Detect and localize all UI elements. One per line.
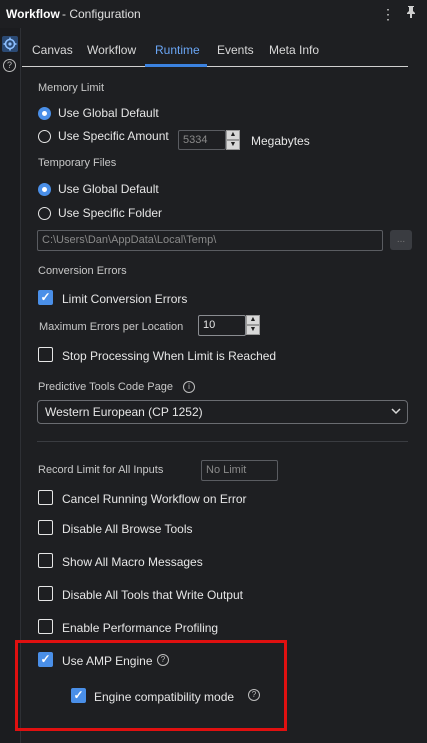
memory-global-default-radio[interactable] [38,107,51,120]
compat-help-icon[interactable]: ? [248,689,260,701]
memory-specific-amount-label[interactable]: Use Specific Amount [58,129,169,143]
engine-compat-mode-checkbox[interactable]: ✓ [71,688,86,703]
limit-conversion-errors-label[interactable]: Limit Conversion Errors [62,292,187,306]
use-amp-engine-label[interactable]: Use AMP Engine [62,654,153,668]
max-errors-input[interactable]: 10 [198,315,246,336]
show-macro-messages-label[interactable]: Show All Macro Messages [62,555,203,569]
temp-folder-input[interactable]: C:\Users\Dan\AppData\Local\Temp\ [37,230,383,251]
limit-conversion-errors-checkbox[interactable]: ✓ [38,290,53,305]
info-icon[interactable]: i [183,381,195,393]
show-macro-messages-checkbox[interactable] [38,553,53,568]
conversion-errors-label: Conversion Errors [38,265,127,277]
memory-amount-down-button[interactable]: ▼ [226,140,240,150]
active-tab-indicator [145,64,207,67]
window-title: Workflow [6,7,60,21]
temp-specific-folder-radio[interactable] [38,207,51,220]
tab-events[interactable]: Events [217,42,254,66]
chevron-down-icon[interactable] [390,405,402,417]
more-menu-icon[interactable]: ⋮ [380,5,396,23]
tab-meta-info[interactable]: Meta Info [269,42,319,66]
record-limit-label: Record Limit for All Inputs [38,464,164,476]
code-page-select[interactable]: Western European (CP 1252) [37,400,408,424]
use-amp-engine-checkbox[interactable]: ✓ [38,652,53,667]
amp-help-icon[interactable]: ? [157,654,169,666]
memory-global-default-label[interactable]: Use Global Default [58,106,159,120]
enable-profiling-label[interactable]: Enable Performance Profiling [62,621,218,635]
temp-folder-browse-button[interactable]: ... [390,230,412,250]
memory-amount-up-button[interactable]: ▲ [226,130,240,140]
tabs-divider [22,66,408,67]
max-errors-down-button[interactable]: ▼ [246,325,260,335]
memory-amount-input[interactable]: 5334 [178,130,226,150]
help-icon[interactable]: ? [3,59,16,72]
disable-browse-checkbox[interactable] [38,520,53,535]
disable-write-output-label[interactable]: Disable All Tools that Write Output [62,588,243,602]
tab-runtime[interactable]: Runtime [155,42,200,66]
memory-specific-amount-radio[interactable] [38,130,51,143]
left-rail [0,28,21,743]
pin-icon[interactable] [403,5,419,23]
memory-unit-label: Megabytes [251,134,310,148]
tab-workflow[interactable]: Workflow [87,42,136,66]
chevron-down-icon-svg [391,408,401,415]
temp-specific-folder-label[interactable]: Use Specific Folder [58,206,162,220]
disable-browse-label[interactable]: Disable All Browse Tools [62,522,193,536]
max-errors-label: Maximum Errors per Location [39,321,184,333]
window-subtitle: - Configuration [62,7,141,21]
cancel-on-error-checkbox[interactable] [38,490,53,505]
max-errors-up-button[interactable]: ▲ [246,315,260,325]
pin-icon-svg [407,6,415,18]
memory-limit-label: Memory Limit [38,82,105,94]
predictive-code-page-label: Predictive Tools Code Page [38,381,173,393]
temp-global-default-radio[interactable] [38,183,51,196]
engine-compat-mode-label[interactable]: Engine compatibility mode [94,690,234,704]
cancel-on-error-label[interactable]: Cancel Running Workflow on Error [62,492,247,506]
tab-canvas[interactable]: Canvas [32,42,73,66]
temp-files-label: Temporary Files [38,157,117,169]
record-limit-input[interactable]: No Limit [201,460,278,481]
stop-processing-checkbox[interactable] [38,347,53,362]
section-divider [37,441,408,442]
stop-processing-label[interactable]: Stop Processing When Limit is Reached [62,349,276,363]
disable-write-output-checkbox[interactable] [38,586,53,601]
enable-profiling-checkbox[interactable] [38,619,53,634]
gear-icon [3,37,17,51]
configuration-gear-icon[interactable] [2,36,18,52]
temp-global-default-label[interactable]: Use Global Default [58,182,159,196]
